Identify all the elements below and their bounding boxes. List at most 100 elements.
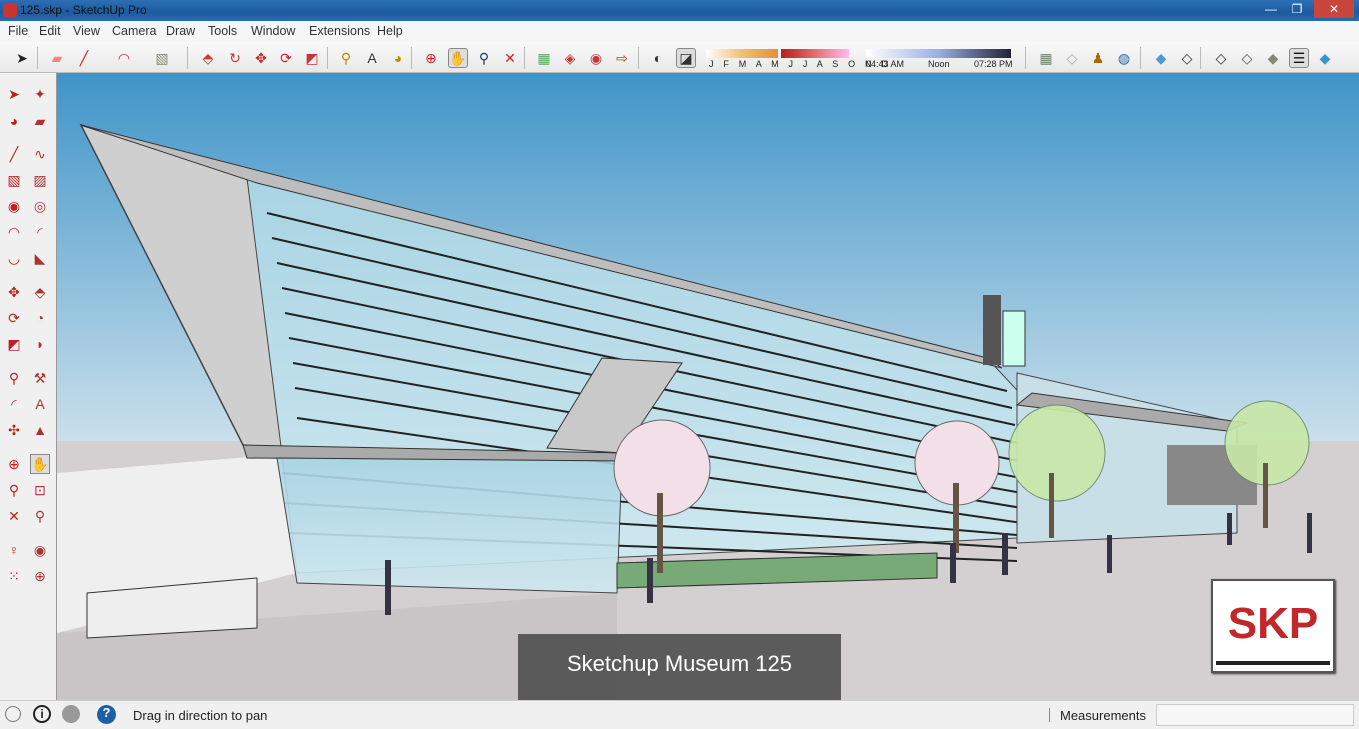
text-tool-icon[interactable]: A [362, 48, 382, 68]
move-tool-icon[interactable]: ✥ [251, 48, 271, 68]
hidden-line-tool-icon[interactable]: ◇ [1237, 48, 1257, 68]
monochrome-tool-icon[interactable]: ◆ [1315, 48, 1335, 68]
menu-draw[interactable]: Draw [166, 24, 195, 38]
arc-tool-icon[interactable]: ◠ [4, 222, 24, 242]
title-bar: 125.skp - SketchUp Pro — ❐ ✕ [0, 0, 1359, 21]
skp-logo: SKP [1211, 579, 1335, 673]
minimize-button[interactable]: — [1258, 0, 1284, 18]
menu-window[interactable]: Window [251, 24, 295, 38]
window-title: 125.skp - SketchUp Pro [20, 3, 147, 17]
look-around-tool-icon[interactable]: ◉ [30, 540, 50, 560]
eraser-tool-icon[interactable]: ▰ [47, 48, 67, 68]
extension-warehouse-tool-icon[interactable]: ◉ [586, 48, 606, 68]
follow-me-tool-icon[interactable]: ◔ [30, 308, 50, 328]
tape-measure-tool-icon[interactable]: ⚲ [336, 48, 356, 68]
position-camera-tool-icon[interactable]: ♀ [4, 540, 24, 560]
model-viewport[interactable]: Sketchup Museum 125 SKP [57, 73, 1359, 700]
shaded-textures-tool-icon[interactable]: ☰ [1289, 48, 1309, 68]
rotated-rectangle-tool-icon[interactable]: ▨ [30, 170, 50, 190]
maximize-button[interactable]: ❐ [1284, 0, 1310, 18]
large-tool-set: ➤ ✦ ◕ ▰ ╱ ∿ ▧ ▨ ◉ ◎ ◠ ◜ ◡ ◣ ✥ ⬘ ⟳ ◔ ◩ ◗ ⚲ ⚒ ◜ A ✣ ▲ ⊕ ✋ ⚲ ⊡ ✕ ⚲ ♀ ◉ ⁙ ⊕ [0, 73, 57, 700]
orbit-tool-icon[interactable]: ⊕ [421, 48, 441, 68]
paint-bucket-tool-icon[interactable]: ◕ [4, 111, 24, 131]
pan-tool-icon[interactable]: ✋ [30, 454, 50, 474]
menu-extensions[interactable]: Extensions [309, 24, 370, 38]
scale-tool-icon[interactable]: ◩ [302, 48, 322, 68]
zoom-window-tool-icon[interactable]: ⊡ [30, 480, 50, 500]
pan-tool-icon[interactable]: ✋ [448, 48, 468, 68]
tape-measure-tool-icon[interactable]: ⚲ [4, 368, 24, 388]
line-tool-icon[interactable]: ╱ [4, 144, 24, 164]
rotate-tool-icon[interactable]: ⟳ [4, 308, 24, 328]
line-tool-icon[interactable]: ╱ [74, 48, 94, 68]
wireframe-tool-icon[interactable]: ◇ [1211, 48, 1231, 68]
dimension-tool-icon[interactable]: ⚒ [30, 368, 50, 388]
shadows-tool-icon[interactable]: ◐ [648, 48, 668, 68]
zoom-extents-tool-icon[interactable]: ✕ [4, 506, 24, 526]
measurements-label: Measurements [1060, 708, 1146, 723]
protractor-tool-icon[interactable]: ◜ [4, 394, 24, 414]
follow-me-tool-icon[interactable]: ↻ [225, 48, 245, 68]
3d-text-tool-icon[interactable]: ▲ [30, 420, 50, 440]
eraser-tool-icon[interactable]: ▰ [30, 111, 50, 131]
layout-tool-icon[interactable]: ⇨ [612, 48, 632, 68]
xray-tool-icon[interactable]: ◆ [1151, 48, 1171, 68]
menu-camera[interactable]: Camera [112, 24, 156, 38]
paint-bucket-tool-icon[interactable]: ◕ [388, 48, 408, 68]
freehand-tool-icon[interactable]: ∿ [30, 144, 50, 164]
month-slider-right[interactable] [781, 49, 849, 58]
move-tool-icon[interactable]: ✥ [4, 282, 24, 302]
circle-tool-icon[interactable]: ◉ [4, 196, 24, 216]
orbit-tool-icon[interactable]: ⊕ [4, 454, 24, 474]
menu-edit[interactable]: Edit [39, 24, 61, 38]
menu-help[interactable]: Help [377, 24, 403, 38]
zoom-tool-icon[interactable]: ⚲ [474, 48, 494, 68]
toolbar-separator [638, 47, 639, 69]
component-tool-icon[interactable]: ✦ [30, 84, 50, 104]
add-location-tool-icon[interactable]: ▦ [1036, 48, 1056, 68]
geo-location-icon[interactable] [5, 706, 21, 722]
select-tool-icon[interactable]: ➤ [12, 48, 32, 68]
push-pull-tool-icon[interactable]: ⬘ [30, 282, 50, 302]
map-tool-icon[interactable]: ▦ [534, 48, 554, 68]
help-icon[interactable]: ? [97, 705, 116, 724]
menu-tools[interactable]: Tools [208, 24, 237, 38]
warehouse-tool-icon[interactable]: ◈ [560, 48, 580, 68]
offset-tool-icon[interactable]: ◗ [30, 334, 50, 354]
measurements-input[interactable] [1156, 704, 1354, 726]
rectangle-tool-icon[interactable]: ▧ [152, 48, 172, 68]
month-slider[interactable] [706, 49, 778, 58]
walk-tool-icon[interactable]: ⁙ [4, 566, 24, 586]
info-icon[interactable]: i [33, 705, 51, 723]
zoom-tool-icon[interactable]: ⚲ [4, 480, 24, 500]
pie-tool-icon[interactable]: ◣ [30, 248, 50, 268]
zoom-extents-tool-icon[interactable]: ✕ [500, 48, 520, 68]
rotate-tool-icon[interactable]: ⟳ [276, 48, 296, 68]
push-pull-tool-icon[interactable]: ⬘ [198, 48, 218, 68]
previous-view-tool-icon[interactable]: ⚲ [30, 506, 50, 526]
polygon-tool-icon[interactable]: ◎ [30, 196, 50, 216]
text-tool-icon[interactable]: A [30, 394, 50, 414]
time-slider[interactable] [866, 49, 1011, 58]
close-button[interactable]: ✕ [1314, 0, 1354, 18]
user-icon[interactable] [62, 705, 80, 723]
axes-tool-icon[interactable]: ✣ [4, 420, 24, 440]
select-tool-icon[interactable]: ➤ [4, 84, 24, 104]
toolbar-separator [1140, 47, 1141, 69]
back-edges-tool-icon[interactable]: ◇ [1177, 48, 1197, 68]
toggle-terrain-tool-icon[interactable]: ◇ [1062, 48, 1082, 68]
menu-view[interactable]: View [73, 24, 100, 38]
menu-file[interactable]: File [8, 24, 28, 38]
photo-textures-tool-icon[interactable]: ♟ [1088, 48, 1108, 68]
rectangle-tool-icon[interactable]: ▧ [4, 170, 24, 190]
scene-caption: Sketchup Museum 125 [518, 634, 841, 700]
main-toolbar: ➤ ▰ ╱ ◠ ▧ ⬘ ↻ ✥ ⟳ ◩ ⚲ A ◕ ⊕ ✋ ⚲ ✕ ▦ ◈ ◉ ⇨ ◐ ◪ ▦ ◇ ♟ ◍ ◆ ◇ ◇ ◇ ◆ ☰ ◆ J F M… [0, 42, 1359, 73]
fog-tool-icon[interactable]: ◪ [676, 48, 696, 68]
3-point-arc-tool-icon[interactable]: ◡ [4, 248, 24, 268]
2-point-arc-tool-icon[interactable]: ◜ [30, 222, 50, 242]
scale-tool-icon[interactable]: ◩ [4, 334, 24, 354]
arc-tool-icon[interactable]: ◠ [114, 48, 134, 68]
section-plane-tool-icon[interactable]: ⊕ [30, 566, 50, 586]
google-earth-tool-icon[interactable]: ◍ [1114, 48, 1134, 68]
shaded-tool-icon[interactable]: ◆ [1263, 48, 1283, 68]
